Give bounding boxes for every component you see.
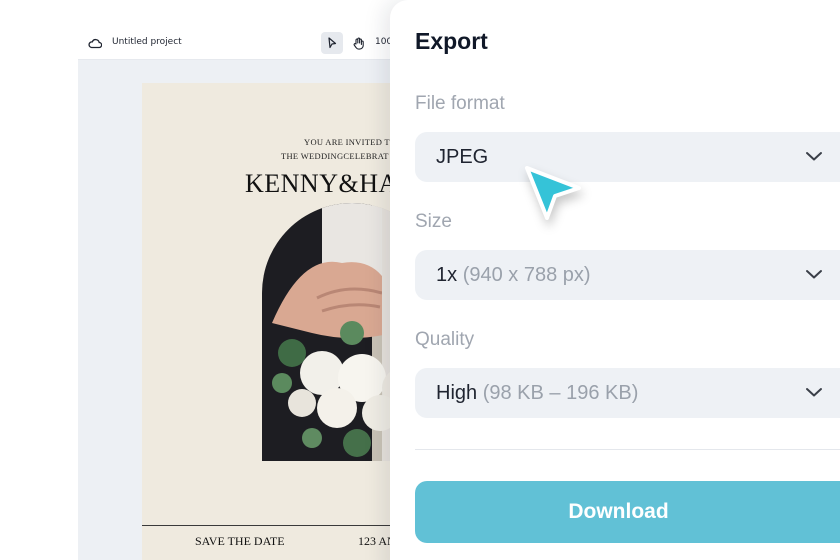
download-label: Download	[568, 500, 669, 523]
cursor-arrow-icon	[525, 166, 581, 220]
couple-names: KENNY&HA	[245, 169, 398, 198]
editor-canvas: Untitled project 100% YOU ARE INVITED T …	[78, 26, 442, 560]
size-select[interactable]: 1x (940 x 788 px)	[415, 250, 840, 300]
download-button[interactable]: Download	[415, 481, 840, 543]
size-value: 1x (940 x 788 px)	[436, 264, 591, 286]
quality-select[interactable]: High (98 KB – 196 KB)	[415, 368, 840, 418]
select-tool-button[interactable]	[321, 32, 343, 54]
chevron-down-icon	[806, 152, 822, 161]
quality-detail: (98 KB – 196 KB)	[482, 382, 639, 404]
quality-label: Quality	[415, 329, 475, 350]
file-format-select[interactable]: JPEG	[415, 132, 840, 182]
hand-icon	[353, 37, 364, 50]
export-title: Export	[415, 28, 488, 54]
export-panel: Export File format JPEG Size 1x (940 x 7…	[390, 0, 840, 560]
hand-tool-button[interactable]	[348, 32, 370, 54]
cloud-icon[interactable]	[88, 37, 102, 49]
chevron-down-icon	[806, 388, 822, 397]
panel-divider	[415, 449, 840, 450]
editor-topbar: Untitled project 100%	[78, 26, 440, 60]
file-format-value: JPEG	[436, 146, 489, 168]
size-label: Size	[415, 211, 452, 232]
size-detail: (940 x 788 px)	[462, 264, 591, 286]
file-format-label: File format	[415, 93, 505, 114]
chevron-down-icon	[806, 270, 822, 279]
pointer-icon	[328, 37, 337, 49]
save-the-date-text: SAVE THE DATE	[195, 534, 285, 548]
project-title[interactable]: Untitled project	[112, 37, 182, 47]
quality-value: High (98 KB – 196 KB)	[436, 382, 639, 404]
